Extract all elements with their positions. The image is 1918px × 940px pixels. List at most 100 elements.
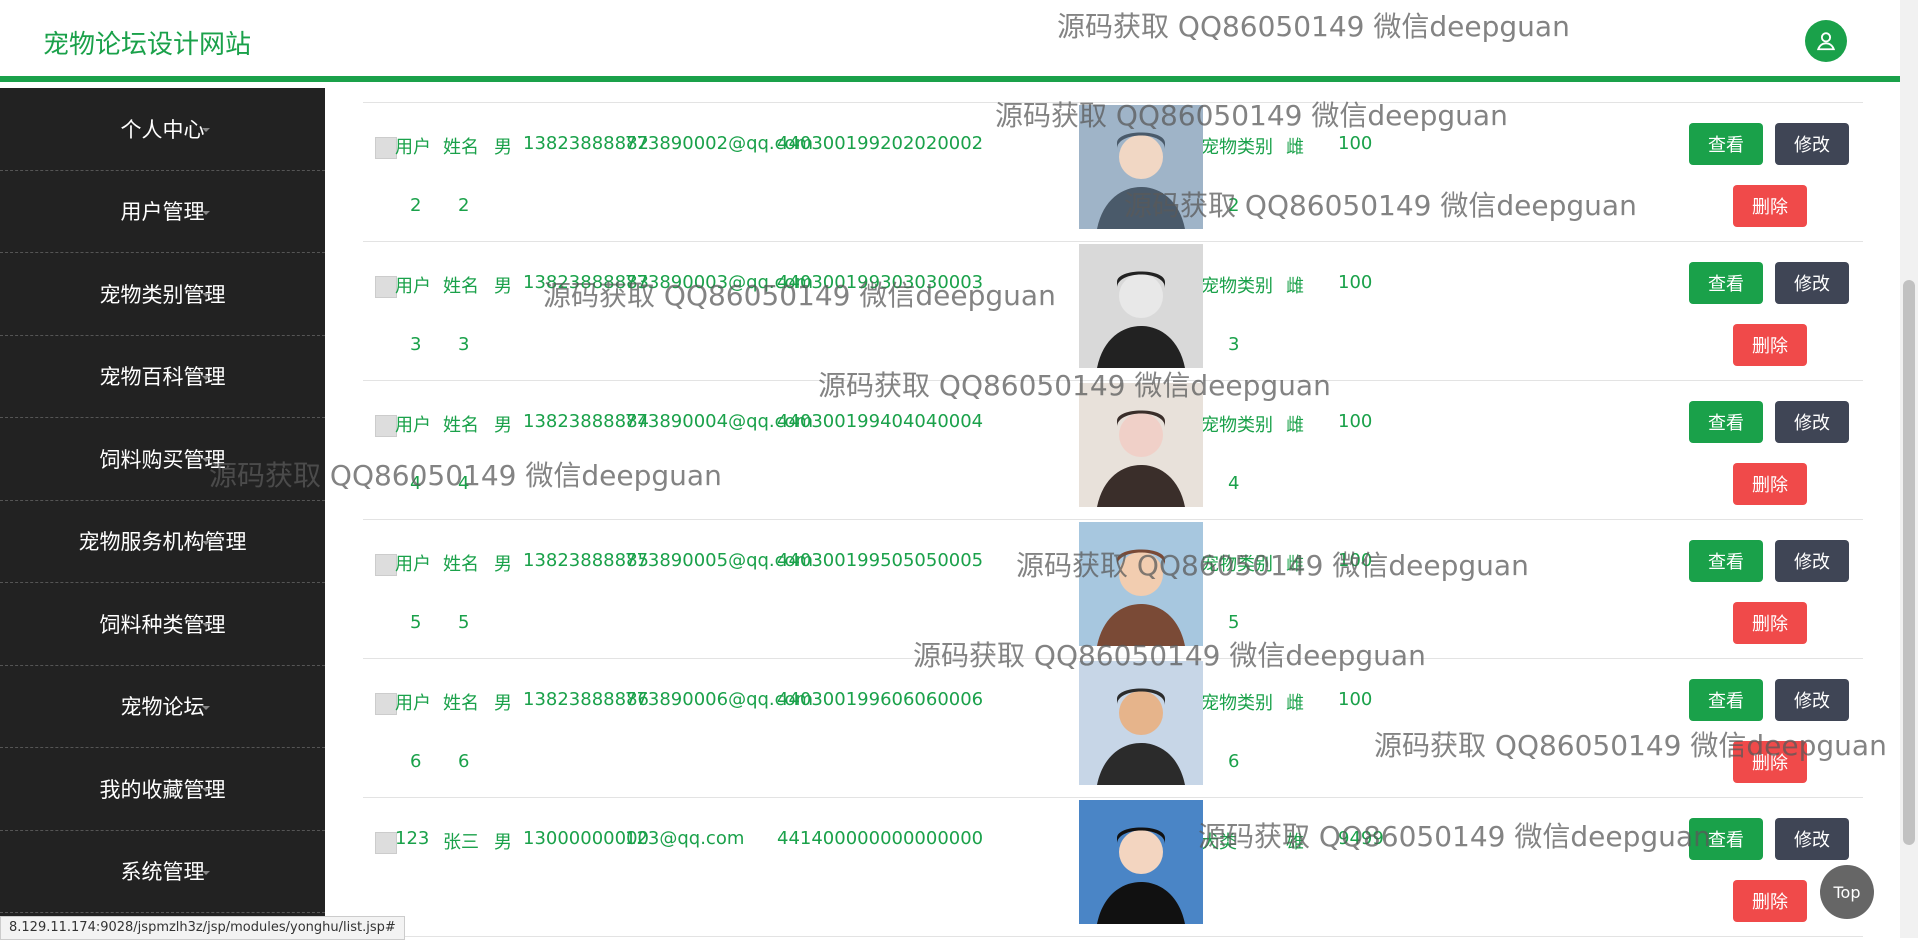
user-photo bbox=[1079, 383, 1203, 507]
edit-button[interactable]: 修改 bbox=[1775, 818, 1849, 860]
user-photo bbox=[1079, 800, 1203, 924]
cell-name: 张三 bbox=[443, 832, 479, 853]
row-checkbox[interactable] bbox=[375, 137, 397, 159]
view-button[interactable]: 查看 bbox=[1689, 818, 1763, 860]
view-button[interactable]: 查看 bbox=[1689, 679, 1763, 721]
cell-pet-gender: 雌 bbox=[1286, 415, 1304, 436]
edit-button[interactable]: 修改 bbox=[1775, 262, 1849, 304]
table-row: 用户 姓名男 13823888884 773890004@qq.com 44030019… bbox=[363, 381, 1863, 520]
cell-pet-type: 犬类 bbox=[1201, 832, 1237, 853]
row-checkbox[interactable] bbox=[375, 554, 397, 576]
edit-button[interactable]: 修改 bbox=[1775, 123, 1849, 165]
scrollbar-thumb[interactable] bbox=[1903, 280, 1915, 845]
cell-sex: 男 bbox=[494, 137, 512, 158]
view-button[interactable]: 查看 bbox=[1689, 401, 1763, 443]
sidebar-item[interactable]: 宠物类别管理 bbox=[0, 253, 325, 336]
table-row: 用户 姓名男 13823888885 773890005@qq.com 44030019… bbox=[363, 520, 1863, 659]
cell-account: 用户 bbox=[395, 415, 431, 436]
cell-id-number: 441400000000000000 bbox=[777, 828, 984, 849]
sidebar-item[interactable]: 饲料购买管理 bbox=[0, 418, 325, 501]
cell-extra-2: 2 bbox=[458, 195, 470, 216]
table-row: 用户 姓名男 13823888886 773890006@qq.com 44030019… bbox=[363, 659, 1863, 798]
edit-button[interactable]: 修改 bbox=[1775, 679, 1849, 721]
cell-extra-2: 5 bbox=[458, 612, 470, 633]
sidebar-item[interactable]: 宠物百科管理 bbox=[0, 336, 325, 418]
cell-account: 用户 bbox=[395, 693, 431, 714]
row-checkbox[interactable] bbox=[375, 693, 397, 715]
cell-extra-2: 4 bbox=[458, 473, 470, 494]
chevron-down-icon bbox=[202, 128, 210, 132]
cell-pet-gender: 雌 bbox=[1286, 554, 1304, 575]
sidebar-item[interactable]: 用户管理 bbox=[0, 171, 325, 253]
cell-extra-3: 6 bbox=[1228, 751, 1240, 772]
user-table: 用户 姓名男 13823888882 773890002@qq.com 44030019… bbox=[363, 88, 1863, 937]
cell-number: 100 bbox=[1338, 272, 1373, 293]
cell-pet-type: 宠物类别 bbox=[1201, 137, 1273, 158]
row-checkbox[interactable] bbox=[375, 415, 397, 437]
sidebar-item[interactable]: 个人中心 bbox=[0, 88, 325, 171]
edit-button[interactable]: 修改 bbox=[1775, 401, 1849, 443]
delete-button[interactable]: 删除 bbox=[1733, 741, 1807, 783]
sidebar: 个人中心 用户管理 宠物类别管理 宠物百科管理 饲料购买管理 宠物服务机构管理 饲料种类管理… bbox=[0, 88, 325, 938]
site-title: 宠物论坛设计网站 bbox=[43, 30, 252, 60]
cell-sex: 男 bbox=[494, 554, 512, 575]
cell-extra-3: 3 bbox=[1228, 334, 1240, 355]
cell-extra-1: 2 bbox=[410, 195, 422, 216]
cell-email: 123@qq.com bbox=[625, 828, 745, 849]
cell-account: 123 bbox=[395, 828, 430, 849]
chevron-down-icon bbox=[202, 293, 210, 297]
table-row: 用户 姓名男 13823888883 773890003@qq.com 44030019… bbox=[363, 242, 1863, 381]
user-photo bbox=[1079, 661, 1203, 785]
cell-number: 9499 bbox=[1338, 828, 1384, 849]
cell-extra-2: 6 bbox=[458, 751, 470, 772]
cell-number: 100 bbox=[1338, 550, 1373, 571]
chevron-down-icon bbox=[202, 375, 210, 380]
delete-button[interactable]: 删除 bbox=[1733, 324, 1807, 366]
view-button[interactable]: 查看 bbox=[1689, 540, 1763, 582]
sidebar-item[interactable]: 饲料种类管理 bbox=[0, 583, 325, 666]
row-checkbox[interactable] bbox=[375, 276, 397, 298]
cell-pet-type: 宠物类别 bbox=[1201, 276, 1273, 297]
delete-button[interactable]: 删除 bbox=[1733, 185, 1807, 227]
user-photo bbox=[1079, 105, 1203, 229]
table-row: 123 张三男 13000000000 123@qq.com 4414000000000… bbox=[363, 798, 1863, 937]
view-button[interactable]: 查看 bbox=[1689, 262, 1763, 304]
sidebar-item[interactable]: 系统管理 bbox=[0, 831, 325, 913]
back-to-top-button[interactable]: Top bbox=[1820, 865, 1874, 919]
delete-button[interactable]: 删除 bbox=[1733, 880, 1807, 922]
cell-extra-3: 2 bbox=[1228, 195, 1240, 216]
cell-extra-1: 6 bbox=[410, 751, 422, 772]
edit-button[interactable]: 修改 bbox=[1775, 540, 1849, 582]
cell-number: 100 bbox=[1338, 133, 1373, 154]
cell-sex: 男 bbox=[494, 693, 512, 714]
delete-button[interactable]: 删除 bbox=[1733, 463, 1807, 505]
cell-number: 100 bbox=[1338, 411, 1373, 432]
cell-id-number: 440300199404040004 bbox=[777, 411, 984, 432]
chevron-down-icon bbox=[202, 210, 210, 215]
cell-pet-gender: 雄 bbox=[1286, 832, 1304, 853]
user-icon[interactable] bbox=[1805, 20, 1847, 62]
user-photo bbox=[1079, 244, 1203, 368]
cell-pet-type: 宠物类别 bbox=[1201, 554, 1273, 575]
cell-name: 姓名 bbox=[443, 554, 479, 575]
cell-id-number: 440300199303030003 bbox=[777, 272, 984, 293]
cell-name: 姓名 bbox=[443, 693, 479, 714]
cell-name: 姓名 bbox=[443, 415, 479, 436]
chevron-down-icon bbox=[202, 458, 210, 462]
cell-pet-gender: 雌 bbox=[1286, 137, 1304, 158]
sidebar-item[interactable]: 宠物论坛 bbox=[0, 666, 325, 748]
cell-account: 用户 bbox=[395, 554, 431, 575]
sidebar-item[interactable]: 宠物服务机构管理 bbox=[0, 501, 325, 583]
cell-extra-3: 5 bbox=[1228, 612, 1240, 633]
cell-account: 用户 bbox=[395, 276, 431, 297]
cell-extra-1: 3 bbox=[410, 334, 422, 355]
cell-id-number: 440300199202020002 bbox=[777, 133, 984, 154]
cell-id-number: 440300199606060006 bbox=[777, 689, 984, 710]
view-button[interactable]: 查看 bbox=[1689, 123, 1763, 165]
row-checkbox[interactable] bbox=[375, 832, 397, 854]
delete-button[interactable]: 删除 bbox=[1733, 602, 1807, 644]
table-row-partial bbox=[363, 88, 1863, 103]
main-content: 用户 姓名男 13823888882 773890002@qq.com 44030019… bbox=[325, 88, 1900, 938]
sidebar-item[interactable]: 我的收藏管理 bbox=[0, 748, 325, 831]
cell-sex: 男 bbox=[494, 832, 512, 853]
